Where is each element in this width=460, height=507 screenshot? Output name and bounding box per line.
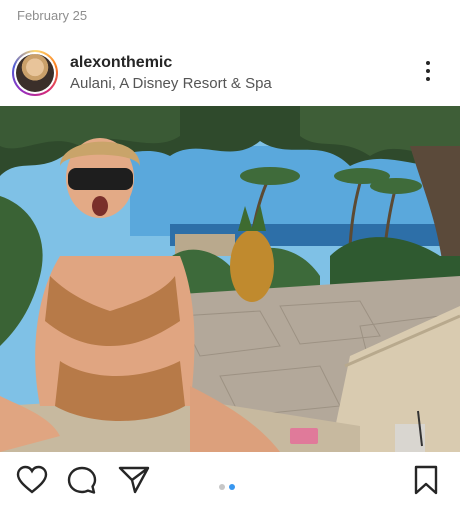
username[interactable]: alexonthemic bbox=[70, 54, 172, 72]
carousel-dot-active bbox=[229, 484, 235, 490]
carousel-indicator bbox=[219, 477, 239, 495]
location[interactable]: Aulani, A Disney Resort & Spa bbox=[70, 75, 272, 92]
carousel-dot bbox=[219, 484, 225, 490]
post-date: February 25 bbox=[17, 8, 88, 23]
bookmark-icon[interactable] bbox=[412, 465, 444, 495]
action-bar bbox=[0, 452, 460, 507]
more-options-icon[interactable] bbox=[418, 61, 438, 85]
avatar[interactable] bbox=[12, 50, 58, 96]
heart-icon[interactable] bbox=[16, 465, 48, 495]
post-header: alexonthemic Aulani, A Disney Resort & S… bbox=[0, 42, 460, 104]
post-image[interactable] bbox=[0, 106, 460, 452]
comment-icon[interactable] bbox=[66, 465, 98, 495]
send-icon[interactable] bbox=[118, 465, 150, 495]
